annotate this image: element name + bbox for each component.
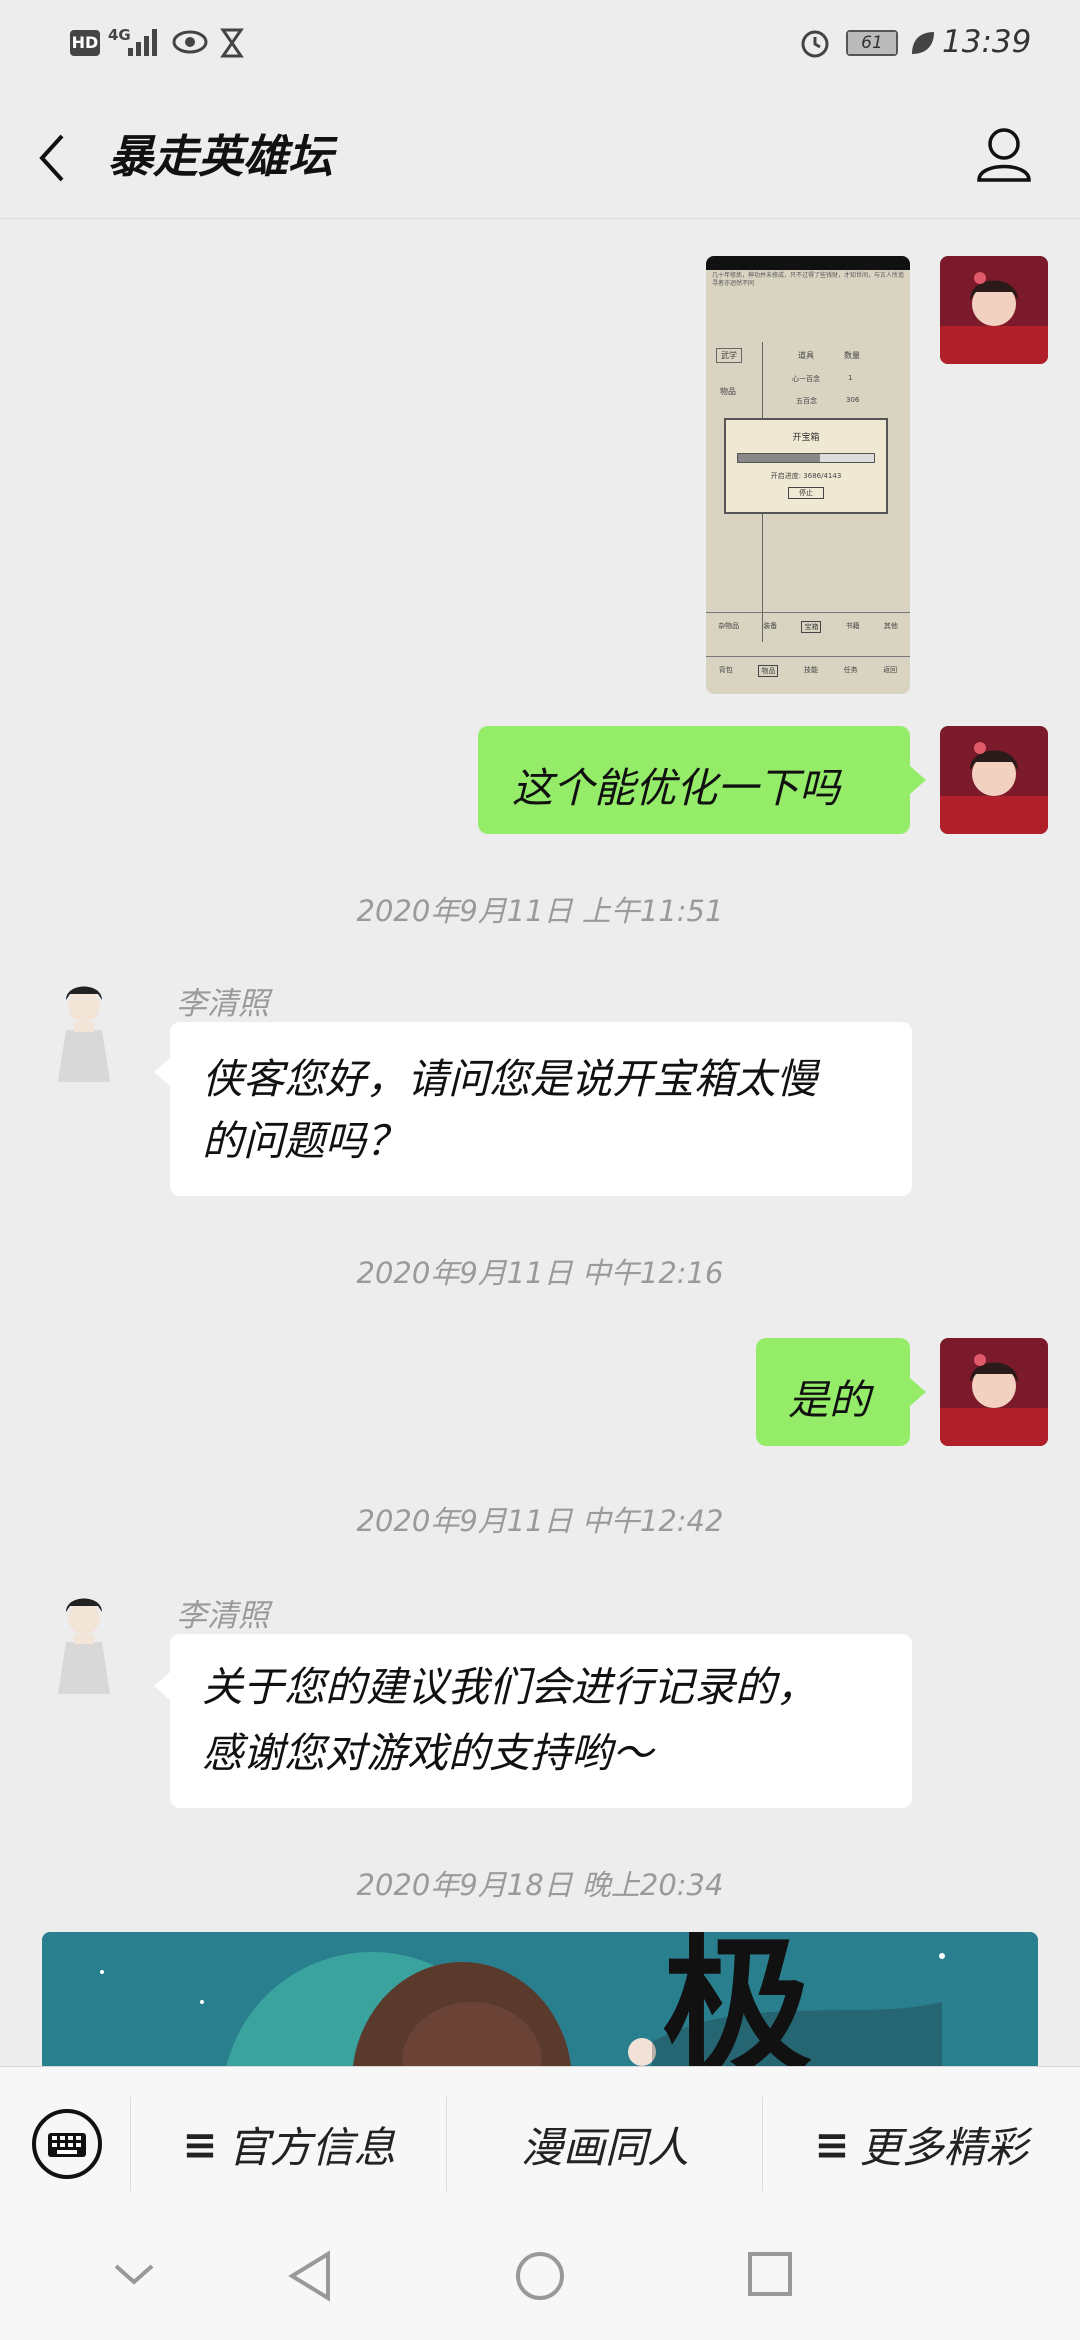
menu-item-comics[interactable]: 漫画同人 <box>447 2067 763 2221</box>
signal-icon <box>126 26 162 58</box>
bottom-tab: 书籍 <box>845 622 860 630</box>
timestamp: 2020年9月11日 上午11:51 <box>356 894 724 928</box>
battery-icon: 61 <box>846 30 898 56</box>
message-line: 侠客您好，请问您是说开宝箱太慢 <box>202 1055 817 1103</box>
banner-art <box>100 1952 945 2066</box>
menu-item-label: 官方信息 <box>227 2122 396 2172</box>
image-bottom-row: 杂物品 装备 宝箱 书籍 其他 <box>706 612 910 633</box>
menu-item-label: 更多精彩 <box>859 2122 1028 2172</box>
chat-bubble-self[interactable]: 是的 <box>756 1338 910 1446</box>
message-line: 的问题吗？ <box>202 1117 407 1165</box>
clock: 13:39 <box>942 24 1032 60</box>
leaf-icon <box>908 28 936 62</box>
profile-icon[interactable] <box>976 124 1032 184</box>
sender-name: 李清照 <box>176 986 269 1022</box>
bottom-tab: 物品 <box>758 665 779 677</box>
sender-name: 李清照 <box>176 1598 269 1634</box>
bottom-tab: 其他 <box>883 622 898 630</box>
dialog-title: 开宝箱 <box>792 433 820 443</box>
chat-title: 暴走英雄坛 <box>108 130 334 183</box>
open-chest-dialog: 开宝箱 开启进度: 3686/4143 停止 <box>724 418 888 514</box>
image-top-bar <box>706 256 910 270</box>
game-tab: 物品 <box>720 387 736 396</box>
banner-title: 极 <box>662 1932 813 2066</box>
dialog-progress-text: 开启进度: 3686/4143 <box>770 472 842 480</box>
self-avatar[interactable] <box>940 256 1048 364</box>
menu-item-label: 漫画同人 <box>520 2122 689 2172</box>
agent-avatar[interactable] <box>52 980 116 1084</box>
item-name: 五百念 <box>796 397 817 405</box>
battery-level: 61 <box>848 32 896 54</box>
bottom-tab: 任务 <box>843 666 858 674</box>
menu-list-icon: ≡ <box>182 2119 218 2169</box>
agent-avatar[interactable] <box>52 1592 116 1696</box>
chat-message-image[interactable]: 几十年修炼，神功并未修成，只不过得了些钱财，才知世间，与古人所追寻者亦迥然不同 … <box>706 256 910 694</box>
menu-list-icon: ≡ <box>814 2119 850 2169</box>
chevron-down-icon[interactable] <box>112 2260 156 2292</box>
game-tab: 武学 <box>716 348 742 363</box>
self-avatar[interactable] <box>940 1338 1048 1446</box>
status-bar: HD 4G 61 13:39 <box>0 0 1080 90</box>
chat-header: 暴走英雄坛 <box>0 90 1080 219</box>
keyboard-icon[interactable] <box>30 2107 104 2181</box>
alarm-icon <box>798 26 832 64</box>
system-nav-bar <box>0 2220 1080 2340</box>
message-text: 这个能优化一下吗 <box>512 764 840 812</box>
service-menu-bar: ≡ 官方信息 漫画同人 ≡ 更多精彩 <box>0 2066 1080 2221</box>
image-bottom-row: 背包 物品 技能 任务 返回 <box>706 656 910 677</box>
chat-bubble-agent[interactable]: 关于您的建议我们会进行记录的， 感谢您对游戏的支持哟～ <box>170 1634 912 1808</box>
message-line: 感谢您对游戏的支持哟～ <box>202 1729 653 1777</box>
item-name: 心一百念 <box>792 375 820 383</box>
article-banner[interactable]: 极 <box>42 1932 1038 2066</box>
eye-icon <box>172 28 208 60</box>
dialog-progress <box>737 453 875 463</box>
item-count: 1 <box>848 374 853 382</box>
hourglass-icon <box>220 28 244 62</box>
chat-bubble-self[interactable]: 这个能优化一下吗 <box>478 726 910 834</box>
bottom-tab: 技能 <box>803 666 818 674</box>
bottom-tab: 返回 <box>883 666 898 674</box>
bottom-tab: 杂物品 <box>718 622 740 630</box>
home-circle-icon[interactable] <box>514 2250 566 2306</box>
menu-item-official-info[interactable]: ≡ 官方信息 <box>131 2067 447 2221</box>
message-line: 关于您的建议我们会进行记录的， <box>202 1663 817 1711</box>
message-text: 是的 <box>788 1376 870 1424</box>
chat-bubble-agent[interactable]: 侠客您好，请问您是说开宝箱太慢 的问题吗？ <box>170 1022 912 1196</box>
back-triangle-icon[interactable] <box>286 2250 334 2306</box>
timestamp: 2020年9月11日 中午12:42 <box>356 1504 724 1538</box>
bubble-tail <box>910 1378 926 1406</box>
bottom-tab: 装备 <box>763 622 778 630</box>
col-header: 数量 <box>844 351 860 360</box>
menu-item-more[interactable]: ≡ 更多精彩 <box>763 2067 1079 2221</box>
bottom-tab: 宝箱 <box>801 621 822 633</box>
col-header: 道具 <box>798 351 814 360</box>
bubble-tail <box>154 1672 170 1700</box>
recents-square-icon[interactable] <box>746 2250 794 2302</box>
hd-icon: HD <box>70 30 100 56</box>
timestamp: 2020年9月18日 晚上20:34 <box>356 1868 724 1902</box>
bubble-tail <box>910 766 926 794</box>
item-count: 306 <box>846 396 860 404</box>
back-icon[interactable] <box>34 130 74 186</box>
image-top-text: 几十年修炼，神功并未修成，只不过得了些钱财，才知世间，与古人所追寻者亦迥然不同 <box>712 272 905 287</box>
bubble-tail <box>154 1058 170 1086</box>
bottom-tab: 背包 <box>718 666 733 674</box>
dialog-stop-button: 停止 <box>788 487 824 499</box>
self-avatar[interactable] <box>940 726 1048 834</box>
timestamp: 2020年9月11日 中午12:16 <box>356 1256 724 1290</box>
